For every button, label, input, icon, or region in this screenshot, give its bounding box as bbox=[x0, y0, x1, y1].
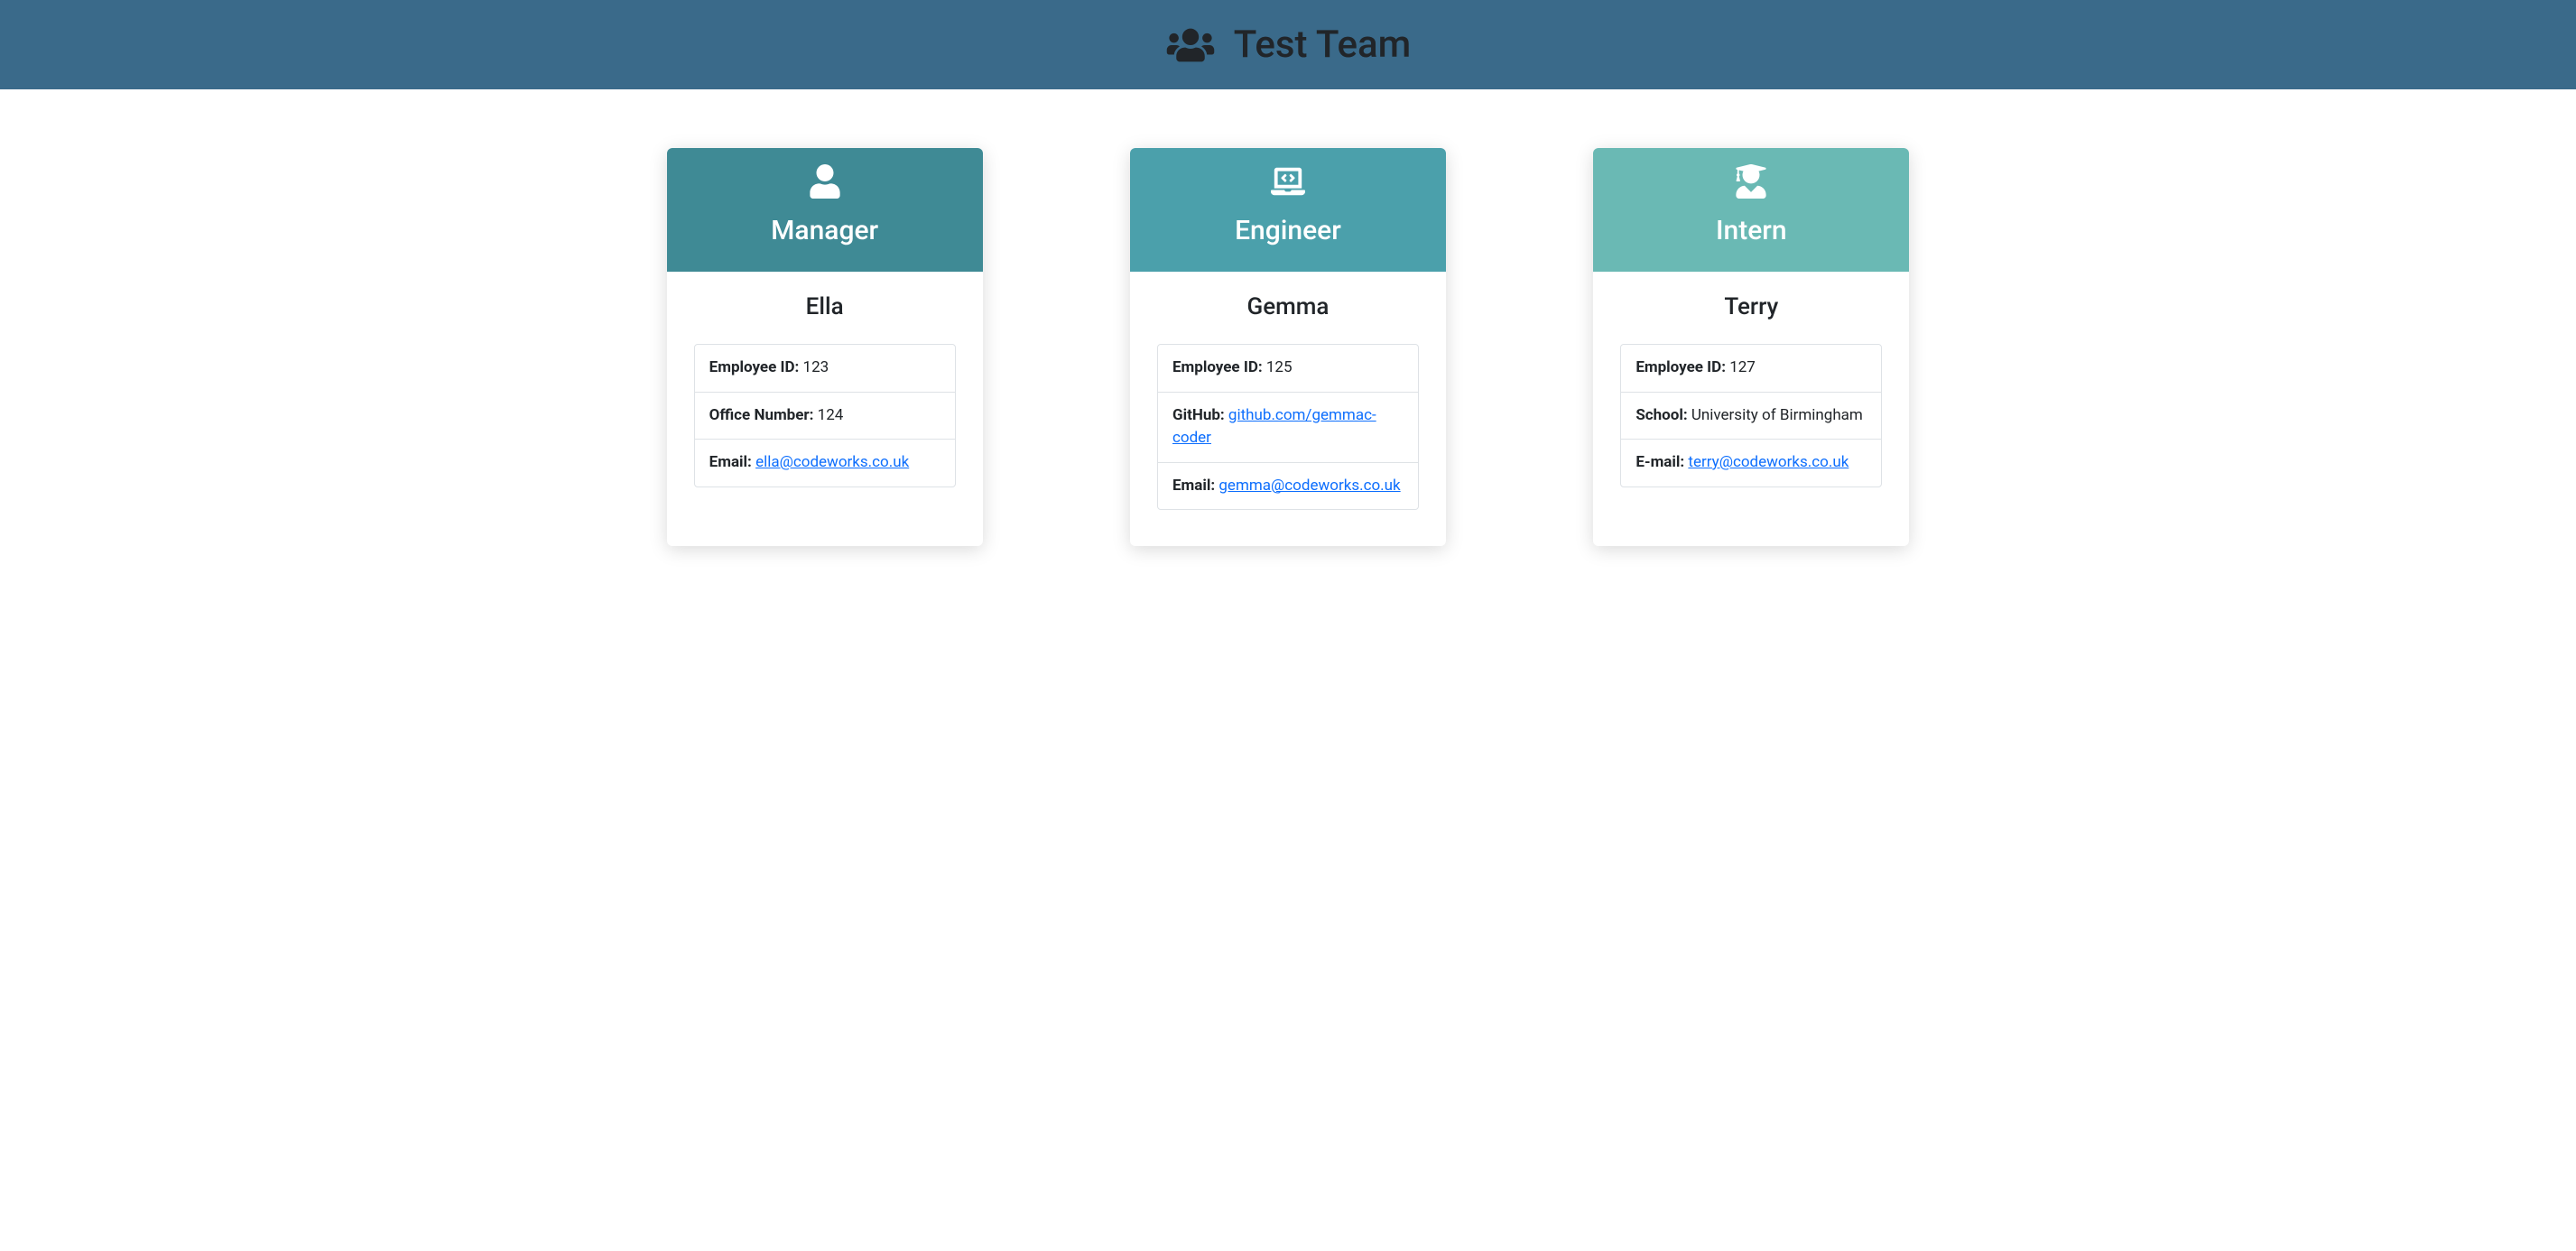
info-item: Email: gemma@codeworks.co.uk bbox=[1158, 463, 1418, 510]
info-item: Employee ID: 127 bbox=[1621, 345, 1881, 393]
info-label: Employee ID: bbox=[1172, 358, 1263, 376]
info-label: Email: bbox=[709, 453, 752, 471]
info-item: GitHub: github.com/gemmac-coder bbox=[1158, 393, 1418, 463]
page-header: Test Team bbox=[0, 0, 2576, 89]
info-label: Office Number: bbox=[709, 406, 814, 424]
info-link[interactable]: ella@codeworks.co.uk bbox=[755, 453, 909, 471]
card-header: Engineer bbox=[1130, 148, 1446, 272]
info-item: Employee ID: 125 bbox=[1158, 345, 1418, 393]
user-icon bbox=[808, 164, 842, 199]
employee-name: Terry bbox=[1620, 293, 1882, 320]
info-label: Employee ID: bbox=[1635, 358, 1726, 376]
info-list: Employee ID: 127School: University of Bi… bbox=[1620, 344, 1882, 487]
graduate-icon bbox=[1734, 164, 1768, 199]
cards-container: ManagerEllaEmployee ID: 123Office Number… bbox=[566, 89, 2010, 605]
info-list: Employee ID: 125GitHub: github.com/gemma… bbox=[1157, 344, 1419, 510]
info-value: 123 bbox=[803, 358, 829, 376]
info-value: 124 bbox=[818, 406, 844, 424]
info-item: School: University of Birmingham bbox=[1621, 393, 1881, 440]
laptop-code-icon bbox=[1271, 164, 1305, 199]
info-label: Email: bbox=[1172, 477, 1215, 495]
card-header: Manager bbox=[667, 148, 983, 272]
card-body: GemmaEmployee ID: 125GitHub: github.com/… bbox=[1130, 272, 1446, 546]
info-label: E-mail: bbox=[1635, 453, 1684, 471]
card-body: TerryEmployee ID: 127School: University … bbox=[1593, 272, 1909, 524]
card-header: Intern bbox=[1593, 148, 1909, 272]
info-item: Email: ella@codeworks.co.uk bbox=[695, 440, 955, 486]
role-title: Manager bbox=[685, 215, 965, 246]
info-link[interactable]: terry@codeworks.co.uk bbox=[1688, 453, 1849, 471]
info-value: University of Birmingham bbox=[1691, 406, 1863, 424]
employee-name: Ella bbox=[694, 293, 956, 320]
info-value: 125 bbox=[1266, 358, 1293, 376]
info-item: Employee ID: 123 bbox=[695, 345, 955, 393]
team-card: InternTerryEmployee ID: 127School: Unive… bbox=[1593, 148, 1909, 546]
role-title: Engineer bbox=[1148, 215, 1428, 246]
employee-name: Gemma bbox=[1157, 293, 1419, 320]
info-label: School: bbox=[1635, 406, 1687, 424]
info-item: E-mail: terry@codeworks.co.uk bbox=[1621, 440, 1881, 486]
info-value: 127 bbox=[1729, 358, 1756, 376]
team-card: EngineerGemmaEmployee ID: 125GitHub: git… bbox=[1130, 148, 1446, 546]
info-label: Employee ID: bbox=[709, 358, 800, 376]
card-body: EllaEmployee ID: 123Office Number: 124Em… bbox=[667, 272, 983, 524]
team-card: ManagerEllaEmployee ID: 123Office Number… bbox=[667, 148, 983, 546]
info-label: GitHub: bbox=[1172, 406, 1225, 424]
info-list: Employee ID: 123Office Number: 124Email:… bbox=[694, 344, 956, 487]
info-link[interactable]: gemma@codeworks.co.uk bbox=[1219, 477, 1400, 495]
info-item: Office Number: 124 bbox=[695, 393, 955, 440]
role-title: Intern bbox=[1611, 215, 1891, 246]
users-icon bbox=[1165, 26, 1216, 64]
page-title: Test Team bbox=[1234, 23, 1412, 67]
